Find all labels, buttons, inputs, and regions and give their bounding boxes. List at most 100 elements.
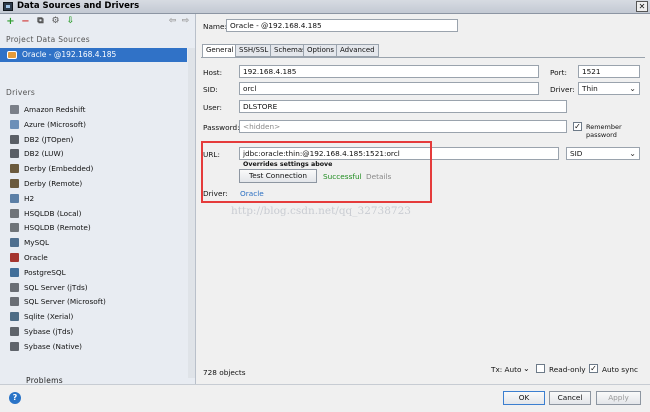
project-data-sources-header: Project Data Sources <box>6 35 91 44</box>
driver-icon <box>10 297 19 307</box>
driver-item-label: MySQL <box>24 238 50 248</box>
driver-item[interactable]: Derby (Remote) <box>10 177 190 191</box>
project-item-oracle[interactable]: Oracle - @192.168.4.185 <box>0 48 187 62</box>
port-label: Port: <box>550 68 567 77</box>
url-mode-value: SID <box>570 149 583 158</box>
name-label: Name: <box>203 22 227 31</box>
driver-icon <box>10 105 19 114</box>
driver-item[interactable]: MySQL <box>10 236 190 250</box>
driver-item-label: Azure (Microsoft) <box>24 119 86 129</box>
chevron-down-icon: ⌄ <box>629 84 636 93</box>
tab-advanced[interactable]: Advanced <box>336 44 379 57</box>
chevron-down-icon: ⌄ <box>629 149 636 158</box>
port-field[interactable]: 1521 <box>578 65 640 78</box>
driver-icon <box>10 267 19 277</box>
forward-icon[interactable]: ⇨ <box>180 16 191 27</box>
driver-item[interactable]: PostgreSQL <box>10 266 190 280</box>
driver-type-select[interactable]: Thin ⌄ <box>578 82 640 95</box>
host-field[interactable]: 192.168.4.185 <box>239 65 539 78</box>
driver-item-label: Derby (Remote) <box>24 179 83 188</box>
driver-icon <box>10 193 19 203</box>
driver-icon <box>10 327 19 336</box>
driver-item[interactable]: DB2 (JTOpen) <box>10 133 190 147</box>
driver-item[interactable]: Oracle <box>10 251 190 265</box>
tab-general[interactable]: General <box>202 44 238 58</box>
chevron-down-icon: ⌄ <box>523 364 530 373</box>
driver-item-label: HSQLDB (Remote) <box>24 223 91 233</box>
import-icon[interactable]: ⇩ <box>65 16 76 27</box>
driver-item[interactable]: DB2 (LUW) <box>10 147 190 161</box>
driver-icon <box>10 341 19 351</box>
driver-item-label: DB2 (JTOpen) <box>24 134 74 144</box>
remove-icon[interactable]: − <box>20 16 31 27</box>
tab-options[interactable]: Options <box>303 44 339 57</box>
driver-item-label: SQL Server (jTds) <box>24 282 88 292</box>
apply-button[interactable]: Apply <box>596 391 641 405</box>
driver-item-label: HSQLDB (Local) <box>24 208 82 218</box>
driver-icon <box>10 253 19 262</box>
project-item-label: Oracle - @192.168.4.185 <box>22 50 117 59</box>
driver-item[interactable]: Sybase (Native) <box>10 340 190 354</box>
back-icon[interactable]: ⇦ <box>167 16 178 27</box>
password-field[interactable]: <hidden> <box>239 120 567 133</box>
close-button[interactable]: ✕ <box>636 1 648 12</box>
driver-item[interactable]: HSQLDB (Remote) <box>10 221 190 235</box>
driver-item-label: DB2 (LUW) <box>24 149 64 159</box>
driver-item[interactable]: Derby (Embedded) <box>10 162 190 176</box>
transaction-mode[interactable]: Tx: Auto <box>491 365 522 374</box>
remember-password-checkbox[interactable]: ✓ <box>573 122 582 131</box>
driver-item-label: Sybase (Native) <box>24 341 82 351</box>
driver-item-label: Sybase (jTds) <box>24 327 74 336</box>
driver-item[interactable]: SQL Server (jTds) <box>10 281 190 295</box>
read-only-checkbox[interactable] <box>536 364 545 373</box>
auto-sync-label: Auto sync <box>602 365 639 374</box>
url-mode-select[interactable]: SID ⌄ <box>566 147 640 160</box>
driver-type-value: Thin <box>582 84 598 93</box>
driver-item-label: Sqlite (Xerial) <box>24 312 74 322</box>
left-toolbar: + − ⧉ ⚙ ⇩ ⇦ ⇨ <box>0 14 196 30</box>
driver-icon <box>10 282 19 292</box>
driver-item-label: SQL Server (Microsoft) <box>24 297 106 307</box>
left-panel: + − ⧉ ⚙ ⇩ ⇦ ⇨ Project Data Sources Oracl… <box>0 14 196 385</box>
copy-icon[interactable]: ⧉ <box>35 16 46 27</box>
host-label: Host: <box>203 68 223 77</box>
driver-icon <box>10 179 19 188</box>
user-label: User: <box>203 103 222 112</box>
driver-icon <box>10 164 19 174</box>
driver-item[interactable]: Sybase (jTds) <box>10 325 190 339</box>
sid-label: SID: <box>203 85 218 94</box>
driver-item[interactable]: SQL Server (Microsoft) <box>10 295 190 309</box>
dialog-footer: ? OK Cancel Apply <box>0 384 650 412</box>
database-icon <box>7 51 17 59</box>
highlight-box <box>201 141 432 203</box>
help-icon[interactable]: ? <box>9 392 21 404</box>
sid-field[interactable]: orcl <box>239 82 539 95</box>
name-field[interactable]: Oracle - @192.168.4.185 <box>226 19 458 32</box>
user-field[interactable]: DLSTORE <box>239 100 567 113</box>
auto-sync-checkbox[interactable]: ✓ <box>589 364 598 373</box>
driver-icon <box>10 119 19 129</box>
driver-item[interactable]: Azure (Microsoft) <box>10 118 190 132</box>
object-count: 728 objects <box>203 368 246 377</box>
driver-item[interactable]: H2 <box>10 192 190 206</box>
tab-ssh-ssl[interactable]: SSH/SSL <box>235 44 273 57</box>
password-label: Password: <box>203 123 240 132</box>
driver-icon <box>10 208 19 218</box>
driver-item[interactable]: Amazon Redshift <box>10 103 190 117</box>
driver-item[interactable]: Sqlite (Xerial) <box>10 310 190 324</box>
add-icon[interactable]: + <box>5 16 16 27</box>
driver-item-label: H2 <box>24 193 35 203</box>
window-title: Data Sources and Drivers <box>17 1 140 11</box>
driver-icon <box>10 312 19 322</box>
remember-password-label: Remember password <box>586 123 622 139</box>
driver-item-label: Amazon Redshift <box>24 105 86 114</box>
cancel-button[interactable]: Cancel <box>549 391 591 405</box>
driver-icon <box>10 238 19 248</box>
ok-button[interactable]: OK <box>503 391 545 405</box>
settings-icon[interactable]: ⚙ <box>50 16 61 27</box>
driver-item-label: PostgreSQL <box>24 267 66 277</box>
driver-item[interactable]: HSQLDB (Local) <box>10 207 190 221</box>
driver-icon <box>10 223 19 233</box>
driver-type-label: Driver: <box>550 85 575 94</box>
app-icon <box>3 2 13 11</box>
